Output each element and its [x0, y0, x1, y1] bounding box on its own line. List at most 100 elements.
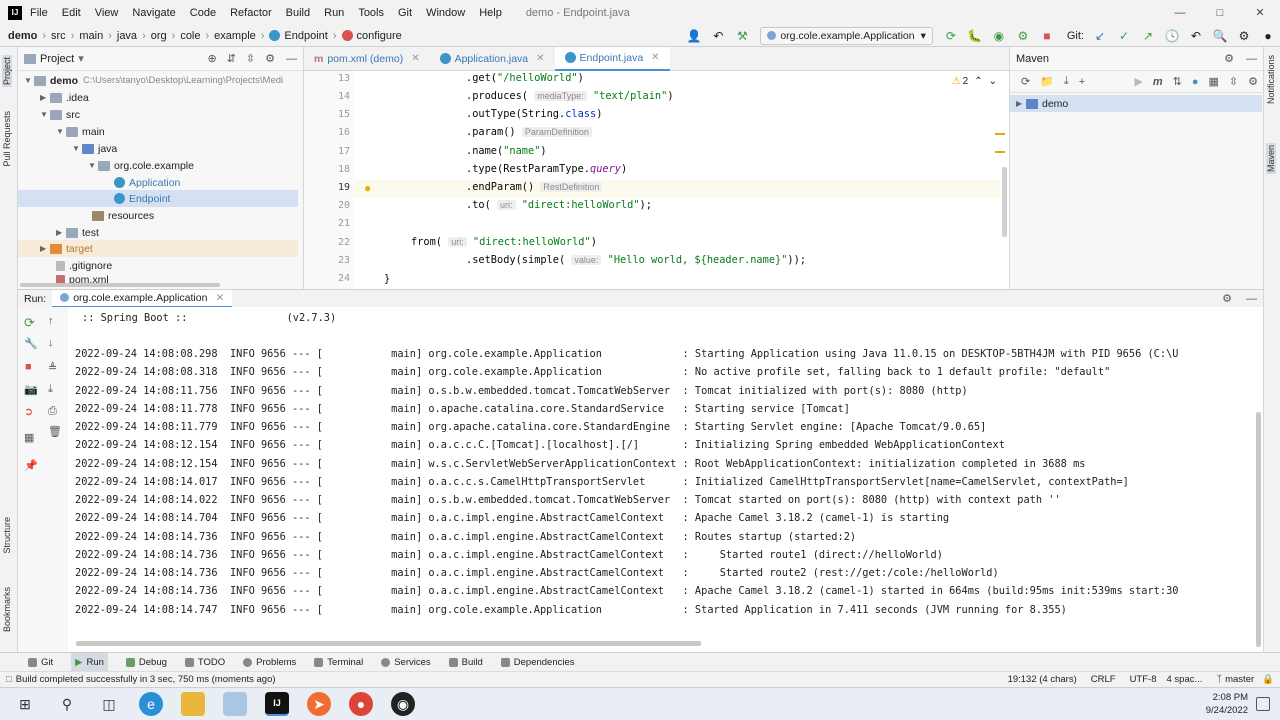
- profile-icon[interactable]: ⚙: [1015, 28, 1031, 44]
- obs-icon[interactable]: ◉: [391, 692, 415, 716]
- lightbulb-icon[interactable]: ●: [364, 181, 371, 195]
- breadcrumb-endpoint[interactable]: Endpoint: [284, 30, 327, 42]
- collapse-icon[interactable]: ⇳: [1229, 75, 1238, 88]
- expand-arrow-icon[interactable]: ▼: [24, 76, 34, 85]
- skip-tests-icon[interactable]: ●: [1192, 76, 1199, 88]
- diagram-icon[interactable]: ▦: [1209, 75, 1219, 88]
- breadcrumb-example[interactable]: example: [214, 30, 256, 42]
- code-line-15[interactable]: .outType(String.class): [466, 108, 602, 120]
- tool-tab-debug[interactable]: Debug: [125, 657, 167, 668]
- expand-arrow-icon[interactable]: ▼: [88, 161, 98, 170]
- code-line-22[interactable]: from( uri: "direct:helloWorld"): [411, 236, 597, 248]
- windows-start-icon[interactable]: ⊞: [13, 692, 37, 716]
- maven-project-row[interactable]: ▶ demo: [1010, 95, 1262, 112]
- run-config-dropdown[interactable]: org.cole.example.Application ▾: [760, 26, 933, 45]
- hammer-icon[interactable]: ⚒: [734, 28, 750, 44]
- vertical-scrollbar[interactable]: [1002, 167, 1007, 237]
- user-icon[interactable]: 👤: [686, 28, 702, 44]
- code-line-19[interactable]: .endParam() RestDefinition: [466, 181, 603, 193]
- git-push-icon[interactable]: ↗: [1140, 28, 1156, 44]
- toggle-offline-icon[interactable]: ⇅: [1173, 75, 1182, 88]
- scroll-up-icon[interactable]: ↑: [48, 315, 54, 327]
- settings-icon[interactable]: ⚙: [1236, 28, 1252, 44]
- code-line-17[interactable]: .name("name"): [466, 145, 547, 157]
- tree-item-package[interactable]: ▼ org.cole.example: [88, 157, 194, 174]
- code-line-16[interactable]: .param() ParamDefinition: [466, 126, 592, 138]
- close-tab-icon[interactable]: ✕: [411, 53, 419, 64]
- collapse-arrow-icon[interactable]: ▶: [40, 244, 50, 253]
- inspection-widget[interactable]: ⚠ 2 ⌃ ⌄: [952, 76, 997, 87]
- breadcrumb-configure[interactable]: configure: [357, 30, 402, 42]
- execute-goal-icon[interactable]: m: [1153, 76, 1163, 88]
- bookmarks-tool-button[interactable]: Bookmarks: [2, 587, 12, 632]
- project-title[interactable]: Project: [40, 53, 74, 65]
- menu-build[interactable]: Build: [286, 7, 310, 19]
- maximize-icon[interactable]: □: [1200, 7, 1240, 19]
- expand-arrow-icon[interactable]: ▼: [72, 144, 82, 153]
- tool-tab-todo[interactable]: TODO: [184, 657, 225, 668]
- tree-item-idea[interactable]: ▶ .idea: [40, 89, 89, 106]
- breadcrumb-java[interactable]: java: [117, 30, 137, 42]
- camera-icon[interactable]: 📷: [24, 383, 38, 396]
- download-icon[interactable]: ⤓: [1064, 75, 1069, 88]
- hide-icon[interactable]: —: [1246, 53, 1257, 65]
- code-line-23[interactable]: .setBody(simple( value: "Hello world, ${…: [466, 254, 806, 266]
- tree-item-main[interactable]: ▼ main: [56, 123, 105, 140]
- hide-icon[interactable]: —: [286, 53, 297, 65]
- tree-item-demo[interactable]: ▼ demo C:\Users\tanyo\Desktop\Learning\P…: [24, 72, 283, 89]
- menu-help[interactable]: Help: [479, 7, 502, 19]
- locate-icon[interactable]: ⊕: [207, 52, 216, 65]
- caret-position[interactable]: 19:132 (4 chars): [1008, 674, 1077, 685]
- postman-icon[interactable]: ➤: [307, 692, 331, 716]
- history-icon[interactable]: 🕓: [1164, 28, 1180, 44]
- tree-item-target[interactable]: ▶ target: [40, 240, 93, 257]
- task-view-icon[interactable]: ◫: [97, 692, 121, 716]
- indent-setting[interactable]: 4 spac...: [1166, 674, 1202, 685]
- clock[interactable]: 2:08 PM 9/24/2022: [1206, 691, 1248, 717]
- close-tab-icon[interactable]: ✕: [215, 292, 224, 304]
- gear-icon[interactable]: ⚙: [1222, 292, 1232, 305]
- pull-requests-tool-button[interactable]: Pull Requests: [2, 111, 12, 167]
- tree-item-test[interactable]: ▶ test: [56, 224, 99, 241]
- breadcrumb-org[interactable]: org: [151, 30, 167, 42]
- tree-item-resources[interactable]: resources: [82, 207, 154, 224]
- maven-tool-button[interactable]: Maven: [1266, 143, 1276, 175]
- notifications-tool-button[interactable]: Notifications: [1266, 55, 1276, 104]
- menu-navigate[interactable]: Navigate: [132, 7, 175, 19]
- tool-tab-services[interactable]: Services: [381, 657, 431, 668]
- search-icon[interactable]: 🔍: [1212, 28, 1228, 44]
- soft-wrap-icon[interactable]: ≜: [48, 361, 57, 374]
- horizontal-scrollbar[interactable]: [76, 641, 701, 646]
- menu-edit[interactable]: Edit: [62, 7, 81, 19]
- wrench-icon[interactable]: 🔧: [24, 337, 38, 350]
- menu-tools[interactable]: Tools: [358, 7, 384, 19]
- console-output[interactable]: :: Spring Boot :: (v2.7.3) 2022-09-24 14…: [68, 307, 1263, 652]
- tool-tab-terminal[interactable]: Terminal: [314, 657, 363, 668]
- next-highlight-icon[interactable]: ⌄: [989, 76, 997, 87]
- coverage-icon[interactable]: ◉: [991, 28, 1007, 44]
- intellij-icon[interactable]: IJ: [265, 692, 289, 716]
- code-line-24[interactable]: }: [384, 273, 390, 287]
- notepad-icon[interactable]: [223, 692, 247, 716]
- print-icon[interactable]: ⎙: [48, 405, 57, 418]
- lock-icon[interactable]: 🔒: [1262, 674, 1274, 685]
- tab-pom[interactable]: m pom.xml (demo) ✕: [304, 47, 430, 71]
- file-explorer-icon[interactable]: [181, 692, 205, 716]
- git-update-icon[interactable]: ↙: [1092, 28, 1108, 44]
- collapse-all-icon[interactable]: ⇳: [246, 52, 255, 65]
- tool-tab-dependencies[interactable]: Dependencies: [500, 657, 575, 668]
- tree-item-application[interactable]: Application: [114, 174, 180, 191]
- add-icon[interactable]: +: [1079, 76, 1085, 88]
- breadcrumb-cole[interactable]: cole: [180, 30, 200, 42]
- close-tab-icon[interactable]: ✕: [651, 52, 659, 63]
- menu-git[interactable]: Git: [398, 7, 412, 19]
- pin-icon[interactable]: 📌: [24, 459, 38, 472]
- project-tool-button[interactable]: Project: [2, 55, 12, 88]
- expand-arrow-icon[interactable]: ▼: [56, 127, 66, 136]
- menu-view[interactable]: View: [95, 7, 119, 19]
- line-separator[interactable]: CRLF: [1091, 674, 1116, 685]
- rerun-icon[interactable]: ⟳: [24, 315, 35, 331]
- minimize-icon[interactable]: —: [1160, 7, 1200, 19]
- run-tab[interactable]: org.cole.example.Application ✕: [52, 289, 233, 308]
- tool-tab-problems[interactable]: Problems: [243, 657, 296, 668]
